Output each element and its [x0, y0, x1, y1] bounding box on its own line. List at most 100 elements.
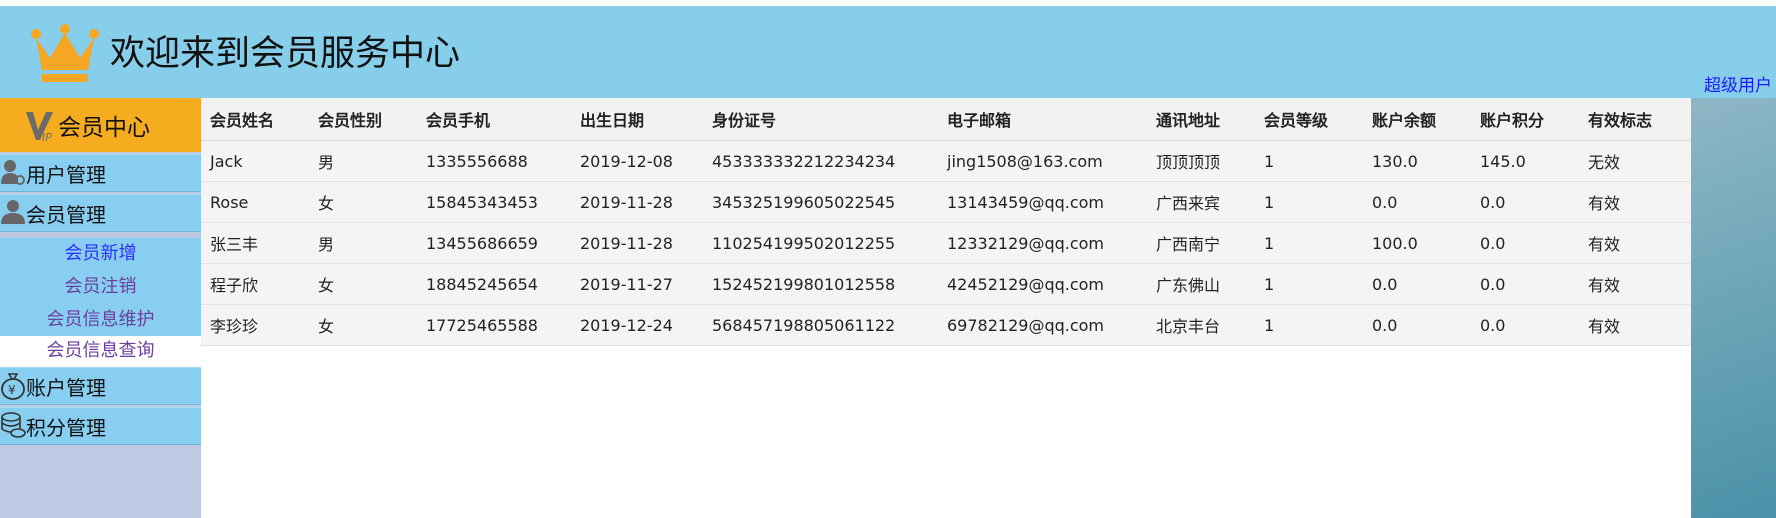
user-icon	[1, 200, 25, 224]
table-cell: 有效	[1579, 263, 1691, 305]
table-cell: 0.0	[1363, 181, 1471, 223]
sidebar-item-member-management[interactable]: 会员管理	[0, 194, 201, 232]
svg-text:IP: IP	[42, 131, 52, 142]
table-cell: 2019-12-24	[571, 304, 703, 346]
sidebar-item-label: 用户管理	[26, 162, 106, 187]
table-cell: 女	[309, 263, 417, 305]
table-cell: 152452199801012558	[703, 263, 938, 305]
column-header: 会员等级	[1255, 98, 1363, 141]
member-submenu: 会员新增 会员注销 会员信息维护	[0, 238, 201, 338]
submenu-item-add-member[interactable]: 会员新增	[0, 243, 201, 265]
table-cell: 110254199502012255	[703, 222, 938, 264]
table-row: 张三丰 男 13455686659 2019-11-28 11025419950…	[201, 222, 1691, 264]
table-cell: 有效	[1579, 222, 1691, 264]
table-cell: 北京丰台	[1147, 304, 1255, 346]
table-cell: Jack	[201, 140, 309, 182]
table-cell: 李珍珍	[201, 304, 309, 346]
table-cell: 广西来宾	[1147, 181, 1255, 223]
table-cell: 0.0	[1363, 304, 1471, 346]
column-header: 出生日期	[571, 98, 703, 141]
submenu-item-maintain-member[interactable]: 会员信息维护	[0, 309, 201, 331]
column-header: 通讯地址	[1147, 98, 1255, 141]
main-content: 会员姓名 会员性别 会员手机 出生日期 身份证号 电子邮箱 通讯地址 会员等级 …	[201, 98, 1691, 518]
header-banner: 欢迎来到会员服务中心	[0, 6, 1776, 98]
column-header: 账户积分	[1471, 98, 1579, 141]
user-gear-icon	[1, 160, 25, 185]
table-cell: 1	[1255, 181, 1363, 223]
sidebar-header: IP 会员中心	[0, 98, 201, 152]
table-cell: 42452129@qq.com	[938, 263, 1147, 305]
column-header: 会员姓名	[201, 98, 309, 141]
table-cell: 无效	[1579, 140, 1691, 182]
table-cell: 18845245654	[417, 263, 571, 305]
table-row: Rose 女 15845343453 2019-11-28 3453251996…	[201, 181, 1691, 223]
table-cell: 广东佛山	[1147, 263, 1255, 305]
table-cell: 13455686659	[417, 222, 571, 264]
sidebar-header-label: 会员中心	[58, 115, 150, 141]
page-title: 欢迎来到会员服务中心	[110, 34, 461, 74]
table-cell: jing1508@163.com	[938, 140, 1147, 182]
column-header: 电子邮箱	[938, 98, 1147, 141]
member-table: 会员姓名 会员性别 会员手机 出生日期 身份证号 电子邮箱 通讯地址 会员等级 …	[201, 98, 1691, 346]
table-cell: 张三丰	[201, 222, 309, 264]
column-header: 有效标志	[1579, 98, 1691, 141]
table-cell: 2019-11-28	[571, 181, 703, 223]
table-cell: 145.0	[1471, 140, 1579, 182]
table-cell: 2019-11-27	[571, 263, 703, 305]
table-cell: 1	[1255, 304, 1363, 346]
table-cell: 1335556688	[417, 140, 571, 182]
table-cell: 0.0	[1471, 181, 1579, 223]
column-header: 账户余额	[1363, 98, 1471, 141]
table-cell: 顶顶顶顶	[1147, 140, 1255, 182]
table-cell: 有效	[1579, 304, 1691, 346]
sidebar: IP 会员中心 用户管理 会员管理 会员新增 会员注销 会员信息维护 会员信息查…	[0, 98, 201, 518]
table-cell: 女	[309, 181, 417, 223]
table-cell: 1	[1255, 263, 1363, 305]
table-cell: 13143459@qq.com	[938, 181, 1147, 223]
table-cell: 0.0	[1471, 222, 1579, 264]
sidebar-item-account-management[interactable]: ¥ 账户管理	[0, 367, 201, 405]
table-cell: 有效	[1579, 181, 1691, 223]
table-cell: 0.0	[1471, 304, 1579, 346]
table-cell: 1	[1255, 140, 1363, 182]
table-cell: 69782129@qq.com	[938, 304, 1147, 346]
table-cell: 广西南宁	[1147, 222, 1255, 264]
sidebar-item-label: 积分管理	[26, 415, 106, 440]
table-cell: 女	[309, 304, 417, 346]
table-cell: 0.0	[1471, 263, 1579, 305]
table-cell: 130.0	[1363, 140, 1471, 182]
table-cell: 12332129@qq.com	[938, 222, 1147, 264]
table-header-row: 会员姓名 会员性别 会员手机 出生日期 身份证号 电子邮箱 通讯地址 会员等级 …	[201, 98, 1691, 141]
column-header: 会员手机	[417, 98, 571, 141]
crown-icon	[31, 24, 99, 82]
table-cell: 程子欣	[201, 263, 309, 305]
coins-icon	[1, 412, 26, 438]
table-cell: 15845343453	[417, 181, 571, 223]
table-row: 程子欣 女 18845245654 2019-11-27 15245219980…	[201, 263, 1691, 305]
table-row: 李珍珍 女 17725465588 2019-12-24 56845719880…	[201, 304, 1691, 346]
sidebar-item-label: 会员管理	[26, 202, 106, 227]
table-cell: 2019-11-28	[571, 222, 703, 264]
table-cell: Rose	[201, 181, 309, 223]
submenu-item-query-active[interactable]: 会员信息查询	[0, 336, 201, 367]
super-user-link[interactable]: 超级用户	[1704, 76, 1776, 96]
sidebar-item-points-management[interactable]: 积分管理	[0, 407, 201, 445]
table-cell: 17725465588	[417, 304, 571, 346]
table-cell: 568457198805061122	[703, 304, 938, 346]
table-cell: 男	[309, 140, 417, 182]
table-cell: 男	[309, 222, 417, 264]
vip-icon: IP	[26, 112, 53, 142]
table-cell: 1	[1255, 222, 1363, 264]
submenu-item-query-member: 会员信息查询	[46, 340, 155, 361]
svg-text:¥: ¥	[8, 383, 16, 397]
sidebar-item-user-management[interactable]: 用户管理	[0, 154, 201, 192]
money-bag-icon: ¥	[1, 373, 25, 400]
table-cell: 0.0	[1363, 263, 1471, 305]
submenu-item-cancel-member[interactable]: 会员注销	[0, 276, 201, 298]
column-header: 身份证号	[703, 98, 938, 141]
column-header: 会员性别	[309, 98, 417, 141]
table-cell: 345325199605022545	[703, 181, 938, 223]
table-row: Jack 男 1335556688 2019-12-08 45333333221…	[201, 140, 1691, 182]
table-cell: 100.0	[1363, 222, 1471, 264]
table-cell: 453333332212234234	[703, 140, 938, 182]
